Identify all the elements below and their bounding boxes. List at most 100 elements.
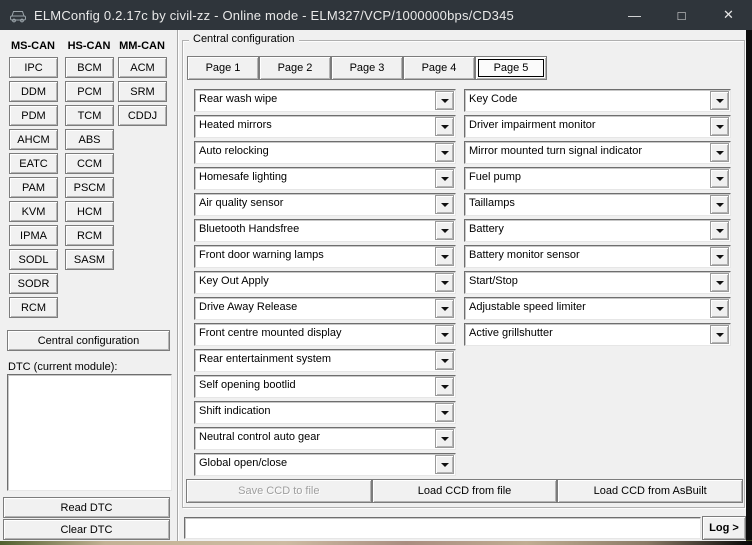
- config-dropdown[interactable]: Front door warning lamps: [194, 245, 456, 268]
- hs-can-column: BCM PCM TCM ABS CCM PSCM HCM RCM SASM: [65, 57, 114, 270]
- dtc-listbox[interactable]: [7, 374, 172, 491]
- dropdown-value: Rear wash wipe: [199, 90, 435, 109]
- module-button[interactable]: CDDJ: [118, 105, 167, 126]
- config-dropdown[interactable]: Battery monitor sensor: [464, 245, 731, 268]
- chevron-down-icon[interactable]: [435, 169, 454, 188]
- chevron-down-icon[interactable]: [710, 325, 729, 344]
- page-tab[interactable]: Page 1: [187, 56, 259, 80]
- config-dropdown[interactable]: Mirror mounted turn signal indicator: [464, 141, 731, 164]
- module-button[interactable]: RCM: [9, 297, 58, 318]
- config-dropdown[interactable]: Adjustable speed limiter: [464, 297, 731, 320]
- module-sidebar: MS-CAN HS-CAN MM-CAN IPCDDMPDMAHCMEATCPA…: [0, 30, 178, 541]
- module-button[interactable]: SODL: [9, 249, 58, 270]
- page-tab[interactable]: Page 3: [331, 56, 403, 80]
- chevron-down-icon[interactable]: [435, 143, 454, 162]
- config-dropdown[interactable]: Taillamps: [464, 193, 731, 216]
- chevron-down-icon[interactable]: [710, 247, 729, 266]
- chevron-down-icon[interactable]: [710, 273, 729, 292]
- chevron-down-icon[interactable]: [710, 195, 729, 214]
- module-button[interactable]: RCM: [65, 225, 114, 246]
- config-dropdown[interactable]: Air quality sensor: [194, 193, 456, 216]
- chevron-down-icon[interactable]: [435, 117, 454, 136]
- minimize-icon[interactable]: —: [611, 0, 658, 30]
- module-button[interactable]: EATC: [9, 153, 58, 174]
- chevron-down-icon[interactable]: [435, 195, 454, 214]
- config-dropdown[interactable]: Shift indication: [194, 401, 456, 424]
- dropdown-value: Battery monitor sensor: [469, 246, 710, 265]
- chevron-down-icon[interactable]: [435, 299, 454, 318]
- module-button[interactable]: ABS: [65, 129, 114, 150]
- chevron-down-icon[interactable]: [710, 169, 729, 188]
- module-button[interactable]: PDM: [9, 105, 58, 126]
- window-title: ELMConfig 0.2.17c by civil-zz - Online m…: [34, 8, 514, 23]
- chevron-down-icon[interactable]: [435, 325, 454, 344]
- config-dropdown[interactable]: Self opening bootlid: [194, 375, 456, 398]
- config-dropdown[interactable]: Battery: [464, 219, 731, 242]
- chevron-down-icon[interactable]: [435, 377, 454, 396]
- config-dropdown[interactable]: Heated mirrors: [194, 115, 456, 138]
- config-dropdown[interactable]: Key Code: [464, 89, 731, 112]
- dropdown-value: Front door warning lamps: [199, 246, 435, 265]
- module-button[interactable]: DDM: [9, 81, 58, 102]
- config-dropdown[interactable]: Auto relocking: [194, 141, 456, 164]
- config-dropdown[interactable]: Neutral control auto gear: [194, 427, 456, 450]
- log-button[interactable]: Log >: [702, 516, 746, 540]
- module-button[interactable]: KVM: [9, 201, 58, 222]
- module-button[interactable]: CCM: [65, 153, 114, 174]
- module-button[interactable]: PAM: [9, 177, 58, 198]
- config-dropdown[interactable]: Start/Stop: [464, 271, 731, 294]
- chevron-down-icon[interactable]: [710, 299, 729, 318]
- config-dropdown[interactable]: Rear wash wipe: [194, 89, 456, 112]
- page-tab[interactable]: Page 4: [403, 56, 475, 80]
- config-dropdown[interactable]: Active grillshutter: [464, 323, 731, 346]
- ccd-button[interactable]: Load CCD from file: [372, 479, 558, 503]
- module-button[interactable]: IPMA: [9, 225, 58, 246]
- module-button[interactable]: PSCM: [65, 177, 114, 198]
- dropdown-value: Auto relocking: [199, 142, 435, 161]
- ccd-button[interactable]: Load CCD from AsBuilt: [557, 479, 743, 503]
- chevron-down-icon[interactable]: [710, 117, 729, 136]
- config-dropdown[interactable]: Rear entertainment system: [194, 349, 456, 372]
- page-tab[interactable]: Page 2: [259, 56, 331, 80]
- config-dropdown[interactable]: Drive Away Release: [194, 297, 456, 320]
- chevron-down-icon[interactable]: [435, 91, 454, 110]
- chevron-down-icon[interactable]: [710, 143, 729, 162]
- dropdown-value: Adjustable speed limiter: [469, 298, 710, 317]
- chevron-down-icon[interactable]: [435, 351, 454, 370]
- module-button[interactable]: IPC: [9, 57, 58, 78]
- config-dropdown[interactable]: Global open/close: [194, 453, 456, 476]
- module-button[interactable]: BCM: [65, 57, 114, 78]
- chevron-down-icon[interactable]: [435, 403, 454, 422]
- clear-dtc-button[interactable]: Clear DTC: [3, 519, 170, 540]
- module-button[interactable]: ACM: [118, 57, 167, 78]
- screenshot-root: ELMConfig 0.2.17c by civil-zz - Online m…: [0, 0, 752, 545]
- module-button[interactable]: PCM: [65, 81, 114, 102]
- close-icon[interactable]: ✕: [705, 0, 752, 30]
- config-dropdown[interactable]: Driver impairment monitor: [464, 115, 731, 138]
- log-input[interactable]: [184, 517, 701, 539]
- module-button[interactable]: HCM: [65, 201, 114, 222]
- module-button[interactable]: SASM: [65, 249, 114, 270]
- config-dropdown[interactable]: Bluetooth Handsfree: [194, 219, 456, 242]
- config-dropdown[interactable]: Fuel pump: [464, 167, 731, 190]
- chevron-down-icon[interactable]: [435, 247, 454, 266]
- module-button[interactable]: AHCM: [9, 129, 58, 150]
- chevron-down-icon[interactable]: [710, 91, 729, 110]
- chevron-down-icon[interactable]: [435, 455, 454, 474]
- central-configuration-button[interactable]: Central configuration: [7, 330, 170, 351]
- read-dtc-button[interactable]: Read DTC: [3, 497, 170, 518]
- dropdown-value: Air quality sensor: [199, 194, 435, 213]
- config-dropdown[interactable]: Homesafe lighting: [194, 167, 456, 190]
- chevron-down-icon[interactable]: [710, 221, 729, 240]
- ccd-button[interactable]: Save CCD to file: [186, 479, 372, 503]
- config-dropdown[interactable]: Front centre mounted display: [194, 323, 456, 346]
- page-tab[interactable]: Page 5: [475, 56, 547, 80]
- config-dropdown[interactable]: Key Out Apply: [194, 271, 456, 294]
- module-button[interactable]: SODR: [9, 273, 58, 294]
- maximize-icon[interactable]: □: [658, 0, 705, 30]
- chevron-down-icon[interactable]: [435, 221, 454, 240]
- chevron-down-icon[interactable]: [435, 273, 454, 292]
- module-button[interactable]: SRM: [118, 81, 167, 102]
- module-button[interactable]: TCM: [65, 105, 114, 126]
- chevron-down-icon[interactable]: [435, 429, 454, 448]
